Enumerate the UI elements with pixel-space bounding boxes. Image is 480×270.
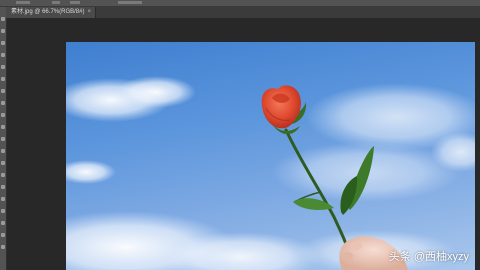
hand-tool-icon[interactable] — [1, 233, 5, 237]
document-canvas-image[interactable]: 头条 @西柚xyzy — [66, 42, 475, 270]
shape-tool-icon[interactable] — [1, 221, 5, 225]
history-brush-tool-icon[interactable] — [1, 125, 5, 129]
pen-tool-icon[interactable] — [1, 185, 5, 189]
tools-panel — [0, 7, 7, 270]
options-bar-control[interactable] — [16, 1, 30, 4]
watermark-text: 头条 @西柚xyzy — [388, 251, 469, 263]
dodge-tool-icon[interactable] — [1, 173, 5, 177]
document-tab-title: 素材.jpg @ 66.7%(RGB/8#) — [11, 9, 85, 15]
options-bar — [0, 0, 480, 7]
options-bar-control[interactable] — [118, 1, 142, 4]
photoshop-window: 素材.jpg @ 66.7%(RGB/8#) × 头条 @西柚xyzy — [0, 0, 480, 270]
options-bar-control[interactable] — [70, 1, 80, 4]
blur-tool-icon[interactable] — [1, 161, 5, 165]
lasso-tool-icon[interactable] — [1, 41, 5, 45]
options-bar-control[interactable] — [52, 1, 60, 4]
crop-tool-icon[interactable] — [1, 65, 5, 69]
rose-photo — [66, 76, 475, 270]
clone-stamp-tool-icon[interactable] — [1, 113, 5, 117]
zoom-tool-icon[interactable] — [1, 245, 5, 249]
eyedropper-tool-icon[interactable] — [1, 77, 5, 81]
type-tool-icon[interactable] — [1, 197, 5, 201]
path-select-tool-icon[interactable] — [1, 209, 5, 213]
document-tabs: 素材.jpg @ 66.7%(RGB/8#) × — [6, 7, 480, 18]
healing-brush-tool-icon[interactable] — [1, 89, 5, 93]
document-tab[interactable]: 素材.jpg @ 66.7%(RGB/8#) × — [6, 7, 96, 18]
move-tool-icon[interactable] — [1, 17, 5, 21]
eraser-tool-icon[interactable] — [1, 137, 5, 141]
quick-select-tool-icon[interactable] — [1, 53, 5, 57]
marquee-tool-icon[interactable] — [1, 29, 5, 33]
close-tab-icon[interactable]: × — [87, 9, 91, 15]
gradient-tool-icon[interactable] — [1, 149, 5, 153]
brush-tool-icon[interactable] — [1, 101, 5, 105]
